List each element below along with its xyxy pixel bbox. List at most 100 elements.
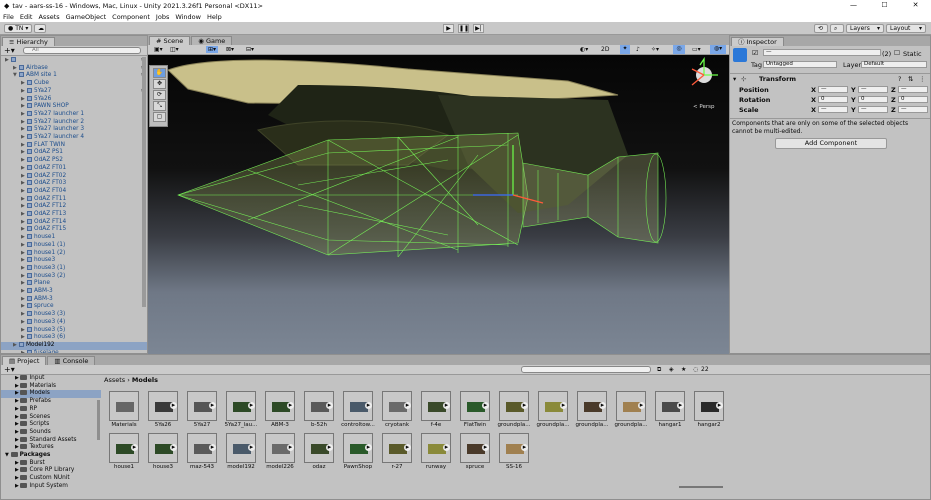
asset-thumbnail[interactable]: ▸ <box>694 391 724 421</box>
asset-label[interactable]: FlatTwin <box>455 422 495 428</box>
layer-dropdown[interactable]: Default <box>861 61 927 68</box>
draw-mode-button[interactable]: ▣▾ <box>154 46 163 53</box>
hierarchy-item[interactable]: ▶ house1 (2) <box>1 249 147 258</box>
asset-label[interactable]: ABM-3 <box>260 422 300 428</box>
hierarchy-item[interactable]: ▶ house3 <box>1 257 147 265</box>
asset-label[interactable]: PawnShop <box>338 464 378 470</box>
perspective-label[interactable]: < Persp <box>693 104 714 110</box>
asset-thumbnail[interactable]: ▸ <box>265 433 295 463</box>
tab-inspector[interactable]: ⓘ Inspector <box>731 37 784 46</box>
transform-y-field[interactable]: — <box>858 106 888 113</box>
breadcrumb-assets[interactable]: Assets <box>104 376 125 384</box>
orientation-gizmo[interactable] <box>691 56 718 86</box>
menu-gameobject[interactable]: GameObject <box>66 13 107 21</box>
asset-label[interactable]: model226 <box>260 464 300 470</box>
hierarchy-item[interactable]: ▶ ABM-3 <box>1 295 147 304</box>
maximize-button[interactable]: ☐ <box>869 0 900 11</box>
project-folder-item[interactable]: ▶ RP <box>1 405 101 414</box>
project-folder-item[interactable]: ▶ Standard Assets <box>1 436 101 445</box>
layers-dropdown[interactable]: Layers ▾ <box>846 24 884 33</box>
project-folder-item[interactable]: ▶ Materials <box>1 382 101 391</box>
hierarchy-item[interactable]: ▶ OdAZ FT15 <box>1 226 147 234</box>
hierarchy-item[interactable]: ▶ 5Ya27 launcher 2 <box>1 118 147 127</box>
audio-toggle-icon[interactable]: ♪ <box>636 46 640 53</box>
asset-thumbnail[interactable]: ▸ <box>304 391 334 421</box>
add-object-button[interactable]: +▾ <box>4 46 15 55</box>
menu-jobs[interactable]: Jobs <box>156 13 169 21</box>
asset-thumbnail[interactable]: ▸ <box>382 391 412 421</box>
hierarchy-item[interactable]: ▶ house3 (6) <box>1 334 147 342</box>
menu-file[interactable]: File <box>3 13 14 21</box>
filter-type-icon[interactable]: ⧉ <box>657 366 661 374</box>
pivot-button[interactable]: ⊞▾ <box>206 46 219 53</box>
transform-x-field[interactable]: — <box>818 106 848 113</box>
asset-thumbnail[interactable]: ▸ <box>226 391 256 421</box>
asset-thumbnail[interactable]: ▸ <box>577 391 607 421</box>
menu-window[interactable]: Window <box>175 13 201 21</box>
hierarchy-item[interactable]: ▶ Model192 <box>1 341 147 350</box>
asset-label[interactable]: model192 <box>221 464 261 470</box>
shading-button[interactable]: ◐▾ <box>580 46 588 53</box>
asset-label[interactable]: maz-543 <box>182 464 222 470</box>
asset-thumbnail[interactable]: ▸ <box>538 391 568 421</box>
expand-asset-icon[interactable]: ▸ <box>170 444 177 451</box>
hierarchy-item[interactable]: ▶ house1 (1) <box>1 241 147 250</box>
project-search-input[interactable] <box>521 366 651 373</box>
foldout-arrow-icon[interactable]: ▼ <box>5 452 11 458</box>
tab-hierarchy[interactable]: ≡ Hierarchy <box>2 37 55 46</box>
hierarchy-item[interactable]: ▶ house3 (4) <box>1 318 147 327</box>
expand-asset-icon[interactable]: ▸ <box>326 402 333 409</box>
asset-label[interactable]: spruce <box>455 464 495 470</box>
step-button[interactable]: ▶| <box>473 24 484 33</box>
gizmo-toggle-button[interactable]: ◫▾ <box>170 46 179 53</box>
hierarchy-search-input[interactable]: All <box>23 47 141 54</box>
asset-label[interactable]: house1 <box>104 464 144 470</box>
transform-z-field[interactable]: — <box>898 86 928 93</box>
object-name-field[interactable]: — <box>763 49 881 56</box>
hierarchy-item[interactable]: ▶ house1 <box>1 234 147 242</box>
hierarchy-item[interactable]: ▶ OdAZ FT03 <box>1 180 147 188</box>
project-folder-item[interactable]: ▶ Input System <box>1 482 101 491</box>
effects-toggle-icon[interactable]: ✧▾ <box>651 46 659 53</box>
asset-thumbnail[interactable]: ▸ <box>304 433 334 463</box>
asset-thumbnail[interactable]: ▸ <box>226 433 256 463</box>
asset-thumbnail[interactable] <box>109 391 139 421</box>
hierarchy-item[interactable]: ▶ PAWN SHOP <box>1 103 147 111</box>
hierarchy-item[interactable]: ▶ OdAZ FT12 <box>1 203 147 211</box>
rotate-tool-icon[interactable]: ⟳ <box>153 90 166 100</box>
project-folder-item[interactable]: ▶ Sounds <box>1 428 101 437</box>
history-button[interactable]: ⟲ <box>814 24 828 33</box>
move-tool-icon[interactable]: ✥ <box>153 79 166 89</box>
expand-asset-icon[interactable]: ▸ <box>404 444 411 451</box>
hierarchy-item[interactable]: ▶ 5Ya27 launcher 4 <box>1 134 147 142</box>
active-checkbox[interactable]: ☑ <box>752 49 758 57</box>
asset-thumbnail[interactable]: ▸ <box>421 391 451 421</box>
breadcrumb-models[interactable]: Models <box>132 376 158 384</box>
hierarchy-item[interactable]: ▶ OdAZ FT13 <box>1 211 147 219</box>
asset-label[interactable]: groundpla... <box>611 422 651 428</box>
asset-label[interactable]: controltow... <box>338 422 378 428</box>
view-tool-hand-icon[interactable]: ✋ <box>153 68 166 78</box>
account-dropdown[interactable]: ● TN ▾ <box>4 24 33 33</box>
expand-asset-icon[interactable]: ▸ <box>365 444 372 451</box>
tab-project[interactable]: ▤ Project <box>2 356 47 365</box>
expand-asset-icon[interactable]: ▸ <box>365 402 372 409</box>
tab-game[interactable]: ◉ Game <box>191 36 233 45</box>
project-folder-item[interactable]: ▶ Scenes <box>1 413 101 422</box>
zoom-slider[interactable] <box>679 486 723 488</box>
global-button[interactable]: ⊠▾ <box>226 46 234 53</box>
hidden-packages-icon[interactable]: ◌ <box>693 366 698 373</box>
pause-button[interactable]: ❚❚ <box>458 24 469 33</box>
asset-thumbnail[interactable]: ▸ <box>460 391 490 421</box>
layout-dropdown[interactable]: Layout ▾ <box>886 24 926 33</box>
gizmos-button[interactable]: ◍▾ <box>710 45 726 54</box>
scene-viewport[interactable]: < Persp ✋ ✥ ⟳ ⤡ ▢ <box>148 45 729 354</box>
asset-label[interactable]: groundpla... <box>494 422 534 428</box>
expand-asset-icon[interactable]: ▸ <box>248 402 255 409</box>
menu-edit[interactable]: Edit <box>20 13 33 21</box>
asset-thumbnail[interactable]: ▸ <box>343 391 373 421</box>
project-folder-item[interactable]: ▶ Prefabs <box>1 398 101 406</box>
asset-label[interactable]: 5Ya27 <box>182 422 222 428</box>
tag-dropdown[interactable]: Untagged <box>763 61 837 68</box>
asset-thumbnail[interactable]: ▸ <box>148 433 178 463</box>
